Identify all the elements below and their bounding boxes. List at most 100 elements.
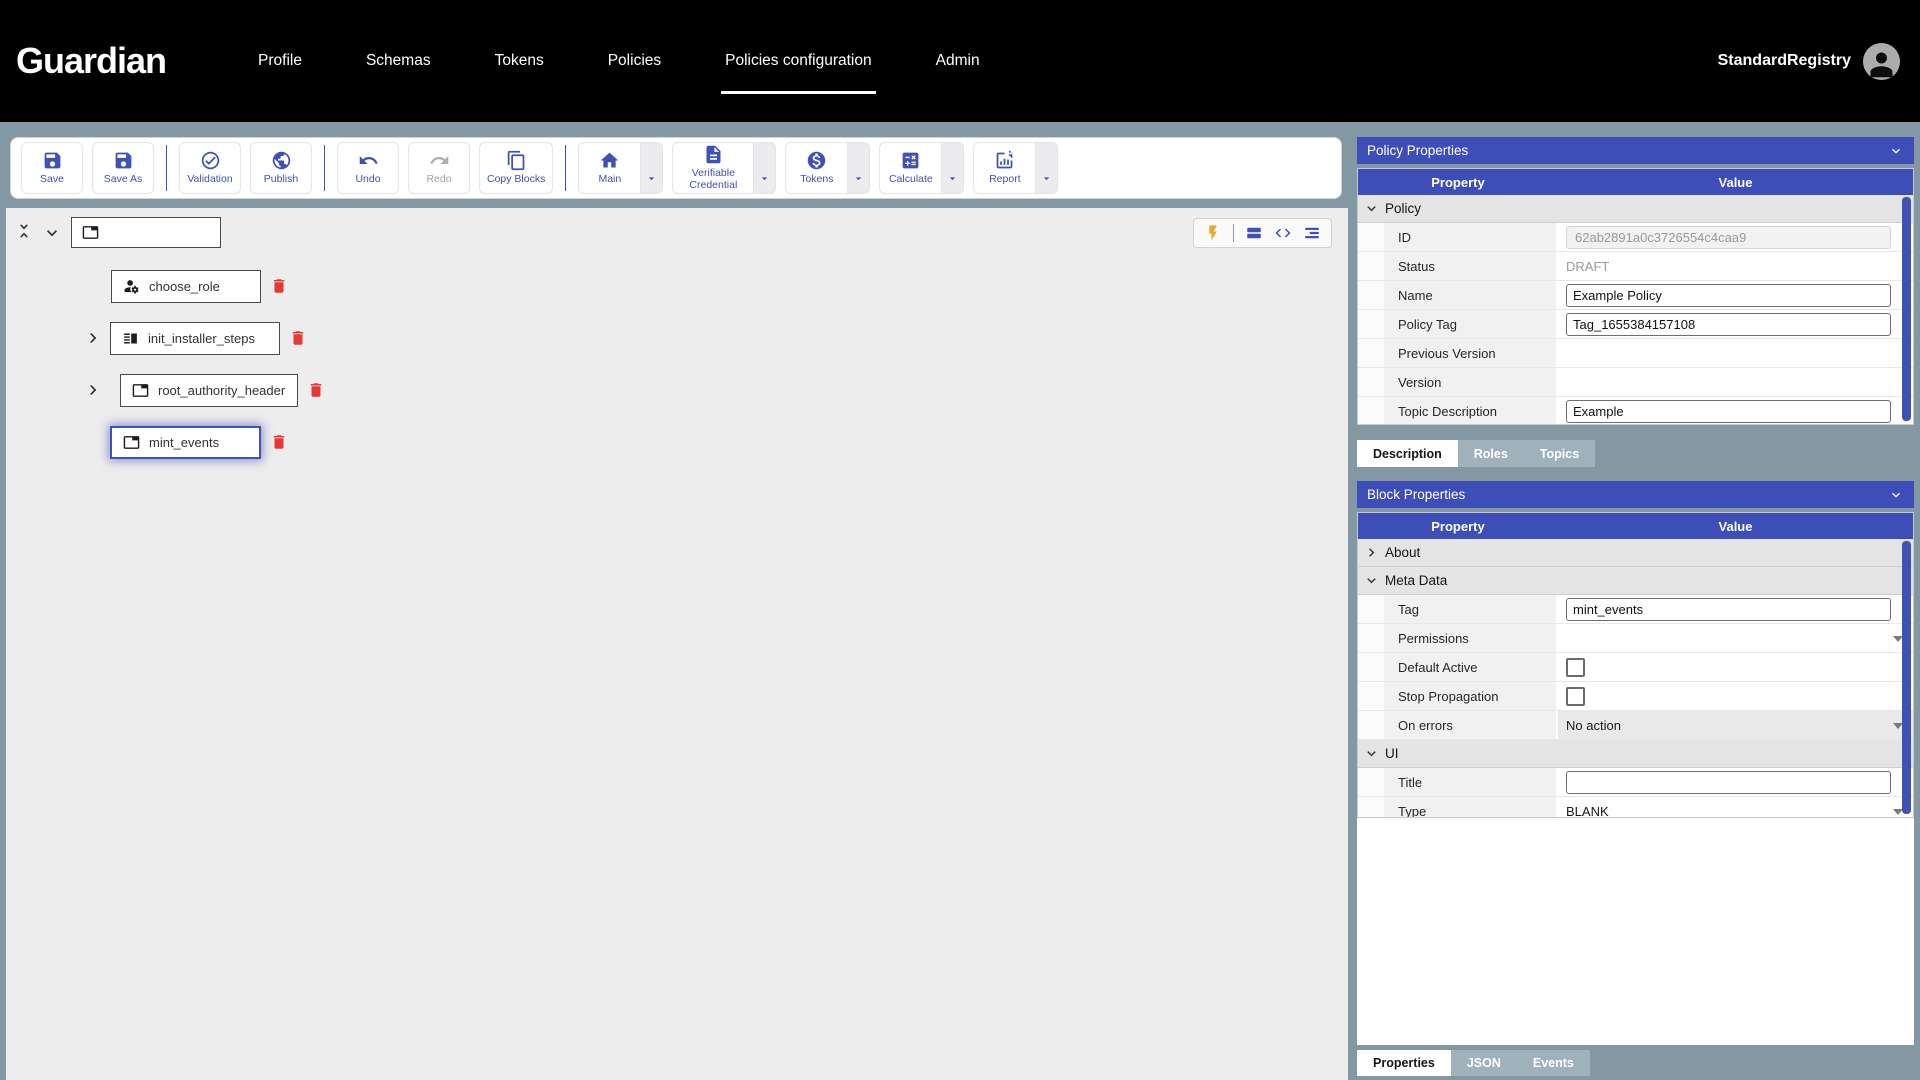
block-label: init_installer_steps xyxy=(148,331,255,346)
block-choose-role[interactable]: choose_role xyxy=(111,270,261,303)
expand-chevron-right-icon[interactable] xyxy=(83,328,103,348)
section-row-meta-data[interactable]: Meta Data xyxy=(1358,567,1913,595)
on-errors-select[interactable]: No action xyxy=(1558,711,1913,739)
tab-json[interactable]: JSON xyxy=(1451,1050,1517,1076)
delete-block-init-installer-steps-icon[interactable] xyxy=(289,328,307,348)
chevron-down-icon xyxy=(1888,143,1904,159)
ui-type-select[interactable]: BLANK xyxy=(1558,797,1913,818)
row-gutter xyxy=(1358,281,1384,309)
table-row-topic-description: Topic Description xyxy=(1358,397,1913,425)
report-dropdown-button[interactable] xyxy=(1035,142,1058,194)
nav-item-profile[interactable]: Profile xyxy=(258,52,302,70)
validation-button[interactable]: Validation xyxy=(179,142,241,194)
delete-block-choose-role-icon[interactable] xyxy=(270,276,288,296)
policy-properties-header[interactable]: Policy Properties xyxy=(1357,137,1914,164)
ui-title-input[interactable] xyxy=(1566,771,1891,794)
tab-topics[interactable]: Topics xyxy=(1524,440,1595,467)
report-label: Report xyxy=(989,174,1021,186)
events-flash-icon[interactable] xyxy=(1204,224,1222,242)
block-root-authority-header[interactable]: root_authority_header xyxy=(120,374,298,407)
block-mint-events-selected[interactable]: mint_events xyxy=(110,426,261,459)
block-init-installer-steps[interactable]: init_installer_steps xyxy=(110,322,280,355)
redo-icon xyxy=(429,150,450,171)
row-gutter xyxy=(1358,368,1384,396)
main-block-button[interactable]: Main xyxy=(578,142,640,194)
chevron-right-icon xyxy=(1363,544,1380,561)
tab-description[interactable]: Description xyxy=(1357,440,1458,467)
nav-item-tokens[interactable]: Tokens xyxy=(495,52,544,70)
policy-name-input[interactable] xyxy=(1566,284,1891,307)
block-tag-input[interactable] xyxy=(1566,598,1891,621)
caret-down-icon xyxy=(852,172,865,185)
publish-button[interactable]: Publish xyxy=(250,142,312,194)
block-table-scrollbar[interactable] xyxy=(1902,541,1911,814)
row-gutter xyxy=(1358,653,1384,681)
tree-view-icon[interactable] xyxy=(1303,224,1321,242)
calculate-label: Calculate xyxy=(889,174,933,186)
user-menu[interactable]: StandardRegistry xyxy=(1718,43,1900,80)
verifiable-credential-group: Verifiable Credential xyxy=(672,142,776,194)
table-row-tag: Tag xyxy=(1358,595,1913,624)
delete-block-root-authority-header-icon[interactable] xyxy=(307,380,325,400)
policy-tag-input[interactable] xyxy=(1566,313,1891,336)
undo-icon xyxy=(358,150,379,171)
tokens-block-button[interactable]: Tokens xyxy=(785,142,847,194)
block-properties-header[interactable]: Block Properties xyxy=(1357,481,1914,508)
save-icon xyxy=(42,150,63,171)
tab-properties[interactable]: Properties xyxy=(1357,1050,1451,1076)
code-view-icon[interactable] xyxy=(1274,224,1292,242)
policy-toolbar: Save Save As Validation Publish Undo Red… xyxy=(10,137,1342,199)
toolbar-divider xyxy=(565,145,566,191)
nav-item-policies-configuration[interactable]: Policies configuration xyxy=(725,52,871,70)
root-expand-chevron-down-icon[interactable] xyxy=(42,223,62,243)
copy-blocks-button[interactable]: Copy Blocks xyxy=(479,142,553,194)
permissions-select[interactable] xyxy=(1558,624,1913,652)
verifiable-credential-dropdown-button[interactable] xyxy=(753,142,776,194)
stop-propagation-checkbox[interactable] xyxy=(1566,687,1585,706)
nav-item-policies[interactable]: Policies xyxy=(608,52,661,70)
main-dropdown-button[interactable] xyxy=(640,142,663,194)
chevron-down-icon xyxy=(1363,200,1380,217)
default-active-checkbox[interactable] xyxy=(1566,658,1585,677)
verifiable-credential-button[interactable]: Verifiable Credential xyxy=(672,142,753,194)
redo-button[interactable]: Redo xyxy=(408,142,470,194)
nav-item-admin[interactable]: Admin xyxy=(936,52,980,70)
properties-panel: Policy Properties Property Value Policy … xyxy=(1349,122,1920,1080)
calculate-block-button[interactable]: Calculate xyxy=(879,142,941,194)
caret-down-icon xyxy=(946,172,959,185)
delete-block-mint-events-icon[interactable] xyxy=(270,432,288,452)
row-gutter xyxy=(1358,252,1384,280)
row-gutter xyxy=(1358,624,1384,652)
policy-table-scrollbar[interactable] xyxy=(1902,197,1911,421)
save-button[interactable]: Save xyxy=(21,142,83,194)
nav-item-schemas[interactable]: Schemas xyxy=(366,52,431,70)
copy-blocks-label: Copy Blocks xyxy=(487,174,545,186)
tokens-dropdown-button[interactable] xyxy=(847,142,870,194)
tokens-block-group: Tokens xyxy=(785,142,870,194)
section-row-about[interactable]: About xyxy=(1358,539,1913,567)
tab-events[interactable]: Events xyxy=(1517,1050,1590,1076)
expand-chevron-right-icon[interactable] xyxy=(83,380,103,400)
calculator-icon xyxy=(900,150,921,171)
table-row-version: Version xyxy=(1358,368,1913,397)
section-row-policy[interactable]: Policy xyxy=(1358,195,1913,223)
save-as-label: Save As xyxy=(104,174,143,186)
avatar-icon[interactable] xyxy=(1863,43,1900,80)
report-block-button[interactable]: Report xyxy=(973,142,1035,194)
section-label: UI xyxy=(1385,746,1399,761)
undo-button[interactable]: Undo xyxy=(337,142,399,194)
row-gutter xyxy=(1358,397,1384,425)
root-policy-block[interactable] xyxy=(71,217,221,248)
topic-description-input[interactable] xyxy=(1566,400,1891,423)
row-label: Name xyxy=(1384,281,1558,309)
row-label: Type xyxy=(1384,797,1558,818)
calculate-dropdown-button[interactable] xyxy=(941,142,964,194)
section-row-ui[interactable]: UI xyxy=(1358,740,1913,768)
save-as-button[interactable]: Save As xyxy=(92,142,154,194)
dollar-circle-icon xyxy=(806,150,827,171)
blocks-view-icon[interactable] xyxy=(1245,224,1263,242)
table-row-type: Type BLANK xyxy=(1358,797,1913,818)
row-label: Stop Propagation xyxy=(1384,682,1558,710)
collapse-all-icon[interactable] xyxy=(14,221,34,241)
tab-roles[interactable]: Roles xyxy=(1458,440,1524,467)
